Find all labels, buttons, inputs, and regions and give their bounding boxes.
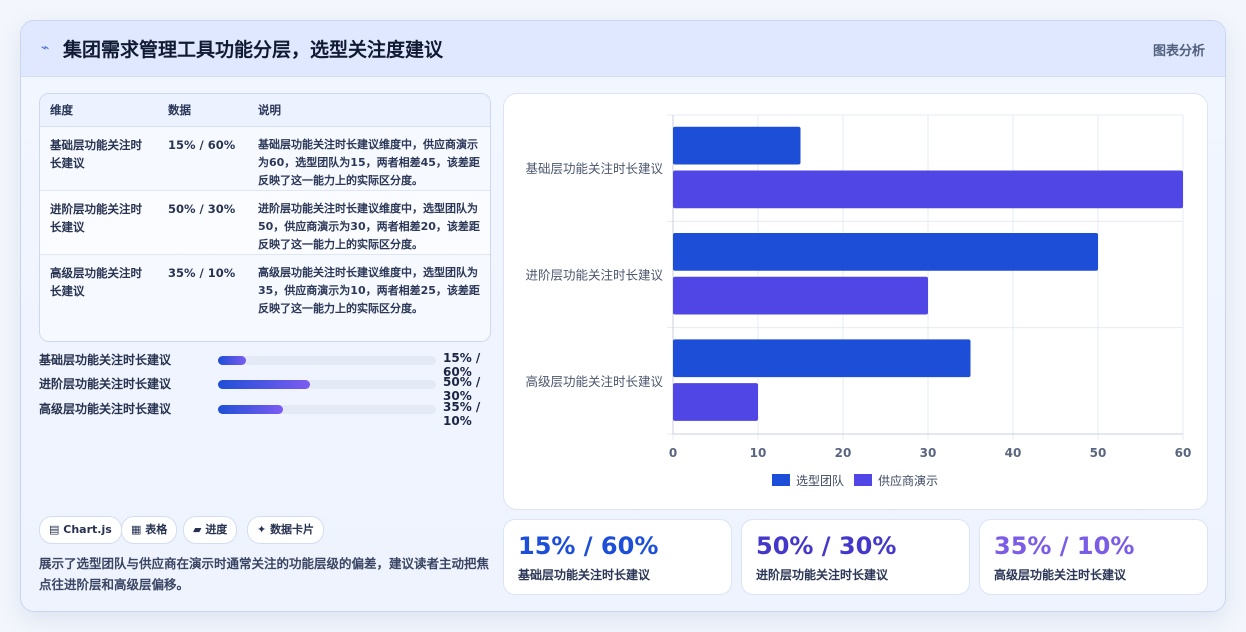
- kpi-value: 50% / 30%: [756, 532, 897, 560]
- table-cell-dimension: 基础层功能关注时长建议: [40, 126, 158, 191]
- kpi-label: 基础层功能关注时长建议: [518, 568, 651, 582]
- page-title: 集团需求管理工具功能分层，选型关注度建议: [63, 39, 444, 61]
- kpi-value: 35% / 10%: [994, 532, 1135, 560]
- progress-label: 高级层功能关注时长建议: [39, 402, 172, 416]
- progress-row: 进阶层功能关注时长建议 50% / 30%: [39, 373, 489, 403]
- chart-icon: ▤: [49, 523, 60, 536]
- bar-chart: 0 10 20 30 40 50 60 基础层功能关注时长建议进阶层功能关注时长建议高级层功能…: [525, 114, 1192, 488]
- tag-data-card[interactable]: ✦ 数据卡片: [247, 516, 325, 544]
- summary-text: 展示了选型团队与供应商在演示时通常关注的功能层级的偏差，建议读者主动把焦点往进阶…: [39, 556, 490, 592]
- progress-label: 基础层功能关注时长建议: [39, 353, 172, 367]
- chart-analysis-link[interactable]: 图表分析: [1153, 40, 1205, 59]
- kpi-label: 高级层功能关注时长建议: [994, 568, 1127, 582]
- legend-swatch: [854, 474, 872, 486]
- progress-label: 进阶层功能关注时长建议: [39, 377, 172, 391]
- table-icon: ▦: [131, 523, 142, 536]
- dashboard-card: ⌁ 集团需求管理工具功能分层，选型关注度建议 图表分析 维度 数据 说明 基础层…: [20, 20, 1226, 612]
- table-cell-description: 高级层功能关注时长建议维度中，选型团队为35，供应商演示为10，两者相差25，该…: [258, 266, 480, 315]
- tag-chartjs[interactable]: ▤ Chart.js: [39, 516, 122, 544]
- x-tick-label: 10: [750, 446, 767, 460]
- bar-selection-team: [673, 126, 801, 165]
- tag-progress[interactable]: ▰ 进度: [183, 516, 238, 544]
- tag-label: 进度: [205, 523, 228, 536]
- table-cell-data: 50% / 30%: [158, 190, 248, 255]
- table-header-data: 数据: [158, 94, 248, 127]
- progress-fill: [218, 405, 284, 414]
- x-tick-label: 20: [835, 446, 852, 460]
- kpi-card: 50% / 30% 进阶层功能关注时长建议: [741, 519, 970, 595]
- legend-swatch: [772, 474, 790, 486]
- data-table: 维度 数据 说明 基础层功能关注时长建议 15% / 60% 基础层功能关注时长…: [39, 93, 491, 342]
- table-cell-description: 基础层功能关注时长建议维度中，供应商演示为60，选型团队为15，两者相差45，该…: [248, 126, 490, 191]
- table-cell-dimension: 高级层功能关注时长建议: [50, 266, 142, 298]
- bar-selection-team: [673, 339, 971, 378]
- x-tick-label: 40: [1005, 446, 1022, 460]
- card-icon: ✦: [257, 523, 267, 536]
- y-category-label: 基础层功能关注时长建议: [525, 161, 663, 176]
- progress-row: 基础层功能关注时长建议 15% / 60%: [39, 349, 489, 379]
- bar-vendor-demo: [673, 170, 1183, 209]
- progress-value: 35% / 10%: [443, 400, 481, 428]
- table-cell-description: 进阶层功能关注时长建议维度中，选型团队为50，供应商演示为30，两者相差20，该…: [248, 190, 490, 255]
- legend-label: 供应商演示: [878, 473, 938, 488]
- header: ⌁ 集团需求管理工具功能分层，选型关注度建议 图表分析: [21, 21, 1225, 77]
- kpi-value: 15% / 60%: [518, 532, 659, 560]
- table-row: 进阶层功能关注时长建议 50% / 30% 进阶层功能关注时长建议维度中，选型团…: [40, 190, 490, 255]
- table-header-description: 说明: [248, 94, 490, 127]
- kpi-card: 15% / 60% 基础层功能关注时长建议: [503, 519, 732, 595]
- table-cell-data: 35% / 10%: [168, 266, 236, 280]
- kpi-card: 35% / 10% 高级层功能关注时长建议: [979, 519, 1208, 595]
- x-tick-label: 60: [1175, 446, 1192, 460]
- x-tick-label: 30: [920, 446, 937, 460]
- legend-label: 选型团队: [796, 473, 844, 488]
- chart-panel: 0 10 20 30 40 50 60 基础层功能关注时长建议 进阶层功能关注时长建议 高级层功能…: [503, 93, 1208, 510]
- bar-selection-team: [673, 233, 1098, 271]
- progress-row: 高级层功能关注时长建议 35% / 10%: [39, 398, 489, 428]
- x-tick-label: 0: [669, 446, 677, 460]
- y-category-label: 进阶层功能关注时长建议: [525, 268, 663, 283]
- y-category-label: 高级层功能关注时长建议: [525, 374, 663, 389]
- bar-vendor-demo: [673, 383, 758, 421]
- progress-icon: ▰: [193, 523, 202, 536]
- progress-track: [218, 380, 436, 389]
- tag-label: 表格: [145, 523, 168, 536]
- progress-fill: [218, 356, 247, 365]
- bar-vendor-demo: [673, 276, 928, 315]
- tag-table[interactable]: ▦ 表格: [121, 516, 178, 544]
- kpi-label: 进阶层功能关注时长建议: [756, 568, 889, 582]
- sparkline-icon: ⌁: [41, 40, 50, 56]
- tag-label: 数据卡片: [270, 523, 315, 536]
- progress-track: [218, 405, 436, 414]
- table-header-dimension: 维度: [40, 94, 158, 127]
- table-cell-dimension: 进阶层功能关注时长建议: [40, 190, 158, 255]
- table-cell-data: 15% / 60%: [158, 126, 248, 191]
- x-tick-label: 50: [1090, 446, 1107, 460]
- table-row: 基础层功能关注时长建议 15% / 60% 基础层功能关注时长建议维度中，供应商…: [40, 126, 490, 191]
- tag-label: Chart.js: [63, 523, 112, 536]
- table-row: 高级层功能关注时长建议 35% / 10% 高级层功能关注时长建议维度中，选型团…: [40, 255, 490, 319]
- table-header-row: 维度 数据 说明: [40, 94, 490, 127]
- progress-track: [218, 356, 436, 365]
- progress-fill: [218, 380, 310, 389]
